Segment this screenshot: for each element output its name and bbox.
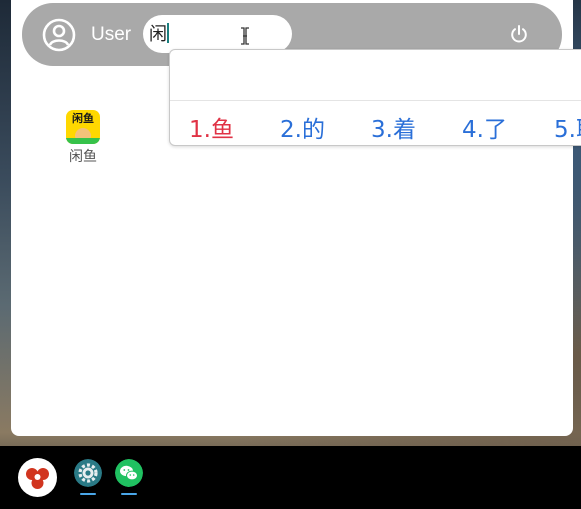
app-xianyu[interactable]: 闲鱼 闲鱼 <box>61 110 105 166</box>
xianyu-app-icon: 闲鱼 <box>66 110 100 144</box>
app-label: 闲鱼 <box>69 149 97 165</box>
settings-icon[interactable] <box>74 459 102 487</box>
app-icon-text: 闲鱼 <box>72 112 94 125</box>
ime-candidate-2[interactable]: 2.的 <box>280 110 325 144</box>
taskbar <box>0 446 581 509</box>
wechat-icon[interactable] <box>115 459 143 487</box>
ime-candidate-5[interactable]: 5.耶 <box>554 110 581 144</box>
ibeam-cursor-icon <box>241 27 249 45</box>
ime-candidate-4[interactable]: 4.了 <box>462 110 507 144</box>
wechat-running-indicator <box>121 493 137 495</box>
user-label: User <box>91 24 132 45</box>
ime-candidate-3[interactable]: 3.着 <box>371 110 416 144</box>
search-input-value: 闲 <box>149 23 169 45</box>
ime-candidate-1[interactable]: 1.鱼 <box>189 110 234 144</box>
settings-running-indicator <box>80 493 96 495</box>
start-menu-icon <box>26 468 49 489</box>
ime-candidate-popup: 1.鱼 2.的 3.着 4.了 5.耶 <box>169 49 581 146</box>
power-icon[interactable] <box>509 24 529 44</box>
account-circle-icon[interactable] <box>42 18 76 52</box>
ime-divider <box>170 100 581 101</box>
start-menu-button[interactable] <box>18 458 57 497</box>
search-input[interactable]: 闲 <box>143 15 292 53</box>
text-caret <box>167 23 169 43</box>
